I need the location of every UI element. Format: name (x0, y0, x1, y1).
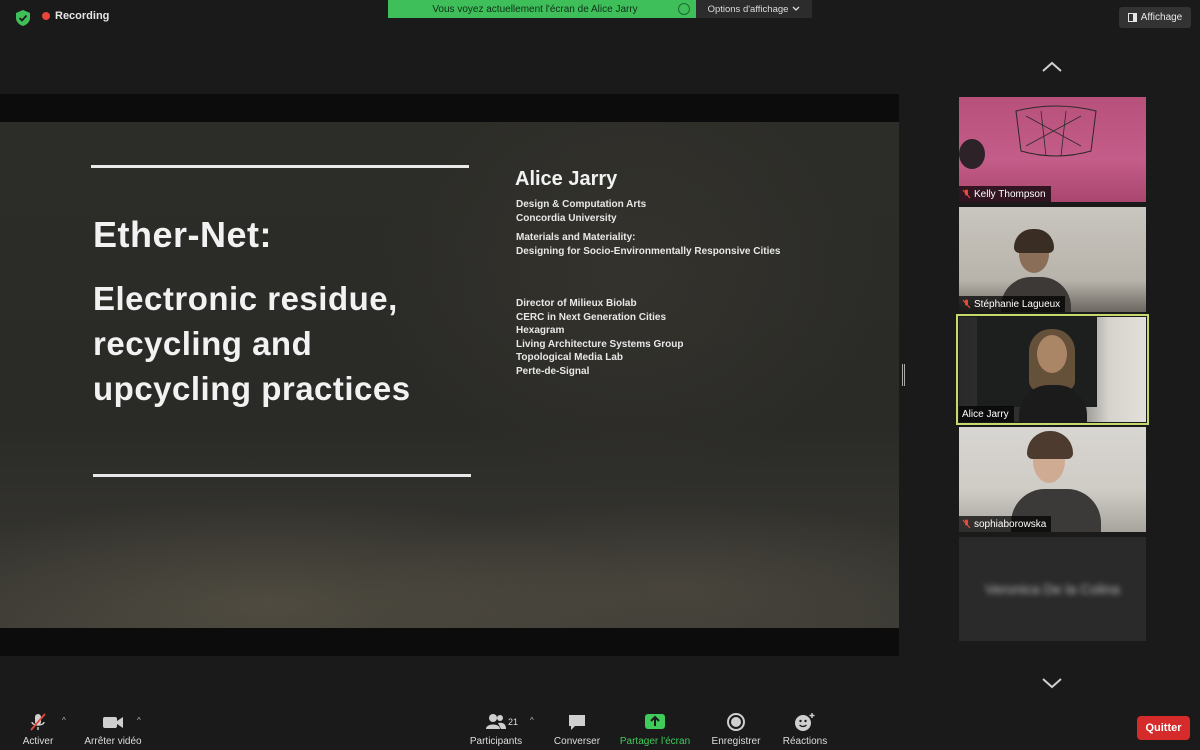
participants-label: Participants (469, 736, 523, 747)
participant-tile[interactable]: Kelly Thompson (959, 97, 1146, 202)
banner-text: Vous voyez actuellement l'écran de Alice… (432, 3, 638, 15)
participants-count: 21 (508, 717, 519, 727)
share-screen-icon (645, 714, 665, 729)
participants-options-caret[interactable]: ^ (530, 716, 534, 725)
mic-off-icon (962, 299, 971, 309)
slide-subtitle-line: upcycling practices (93, 370, 411, 407)
quit-button[interactable]: Quitter (1137, 716, 1190, 740)
slide-subtitle-line: recycling and (93, 325, 313, 362)
mute-options-caret[interactable]: ^ (62, 716, 66, 725)
participant-hair (1014, 229, 1054, 253)
project-line: Designing for Socio-Environmentally Resp… (516, 245, 781, 257)
chevron-down-icon[interactable] (1041, 677, 1063, 689)
mic-off-icon (30, 713, 46, 731)
screen-share-banner: Vous voyez actuellement l'écran de Alice… (388, 0, 696, 18)
recording-indicator[interactable]: Recording (42, 10, 109, 22)
participant-name: sophiaborowska (974, 518, 1047, 530)
view-button-label: Affichage (1140, 12, 1183, 23)
role-line: CERC in Next Generation Cities (516, 311, 667, 323)
share-screen-label: Partager l'écran (619, 736, 691, 747)
slide-subtitle-line: Electronic residue, (93, 280, 398, 317)
shield-check-icon[interactable] (14, 9, 32, 27)
participant-name-placeholder: Veronica De la Colina (985, 581, 1120, 597)
presentation-slide: Ether-Net: Electronic residue, recycling… (0, 122, 899, 628)
mic-off-icon (962, 519, 971, 529)
slide-divider-top (91, 165, 469, 168)
zoom-meeting-window: Recording Vous voyez actuellement l'écra… (0, 0, 1200, 750)
record-icon (727, 713, 745, 731)
stop-video-label: Arrêter vidéo (84, 736, 142, 747)
participant-name-tag: Stéphanie Lagueux (959, 296, 1066, 312)
affiliation-line: Concordia University (516, 212, 617, 224)
recording-label: Recording (55, 10, 110, 22)
role-line: Director of Milieux Biolab (516, 298, 637, 309)
participant-tile[interactable]: Veronica De la Colina (959, 537, 1146, 641)
participant-tile[interactable]: sophiaborowska (959, 427, 1146, 532)
record-label: Enregistrer (711, 736, 761, 747)
slide-subtitle: Electronic residue, recycling and upcycl… (93, 276, 411, 411)
mic-off-icon (962, 189, 971, 199)
reactions-button[interactable]: Réactions (779, 712, 831, 747)
view-layout-icon (1127, 13, 1137, 22)
chevron-down-icon (792, 6, 800, 11)
participant-name-tag: sophiaborowska (959, 516, 1052, 532)
role-line: Living Architecture Systems Group (516, 338, 684, 350)
chat-button[interactable]: Converser (551, 712, 603, 747)
role-line: Perte-de-Signal (516, 365, 590, 377)
slide-author: Alice Jarry (515, 168, 618, 190)
chevron-up-icon[interactable] (1041, 61, 1063, 73)
view-options-dropdown[interactable]: Options d'affichage (696, 0, 812, 18)
slide-project: Materials and Materiality: Designing for… (516, 231, 781, 258)
banner-shield-icon (678, 3, 690, 15)
slide-affiliation: Design & Computation Arts Concordia Univ… (516, 198, 646, 225)
meeting-toolbar: Activer ^ Arrêter vidéo ^ Participants 2… (0, 704, 1200, 750)
participant-name-tag: Kelly Thompson (959, 186, 1051, 202)
reactions-label: Réactions (782, 736, 828, 747)
panel-resize-handle[interactable] (902, 364, 905, 386)
participant-video-artwork (1015, 105, 1097, 157)
shared-screen[interactable]: Ether-Net: Electronic residue, recycling… (0, 94, 899, 656)
chat-icon (569, 715, 585, 730)
participant-name: Stéphanie Lagueux (974, 298, 1061, 310)
video-options-caret[interactable]: ^ (137, 716, 141, 725)
participant-hair (1027, 431, 1073, 459)
recording-dot-icon (42, 12, 50, 20)
project-line: Materials and Materiality: (516, 232, 636, 243)
slide-title: Ether-Net: (93, 214, 273, 255)
slide-roles: Director of Milieux Biolab CERC in Next … (516, 297, 683, 378)
chat-label: Converser (553, 736, 601, 747)
reactions-icon (795, 713, 815, 731)
unmute-button[interactable]: Activer (18, 712, 58, 747)
role-line: Topological Media Lab (516, 352, 624, 363)
participant-silhouette (959, 139, 985, 169)
participant-tile[interactable]: Stéphanie Lagueux (959, 207, 1146, 312)
share-screen-button[interactable]: Partager l'écran (615, 712, 695, 747)
video-camera-icon (103, 717, 123, 728)
unmute-label: Activer (22, 736, 54, 747)
affiliation-line: Design & Computation Arts (516, 199, 647, 210)
view-button[interactable]: Affichage (1119, 7, 1191, 28)
participants-icon (486, 714, 506, 729)
view-options-label: Options d'affichage (707, 3, 789, 15)
slide-divider-bottom (93, 474, 471, 477)
role-line: Hexagram (516, 325, 565, 336)
active-speaker-border (956, 314, 1149, 425)
record-button[interactable]: Enregistrer (707, 712, 765, 747)
participant-name: Kelly Thompson (974, 188, 1046, 200)
